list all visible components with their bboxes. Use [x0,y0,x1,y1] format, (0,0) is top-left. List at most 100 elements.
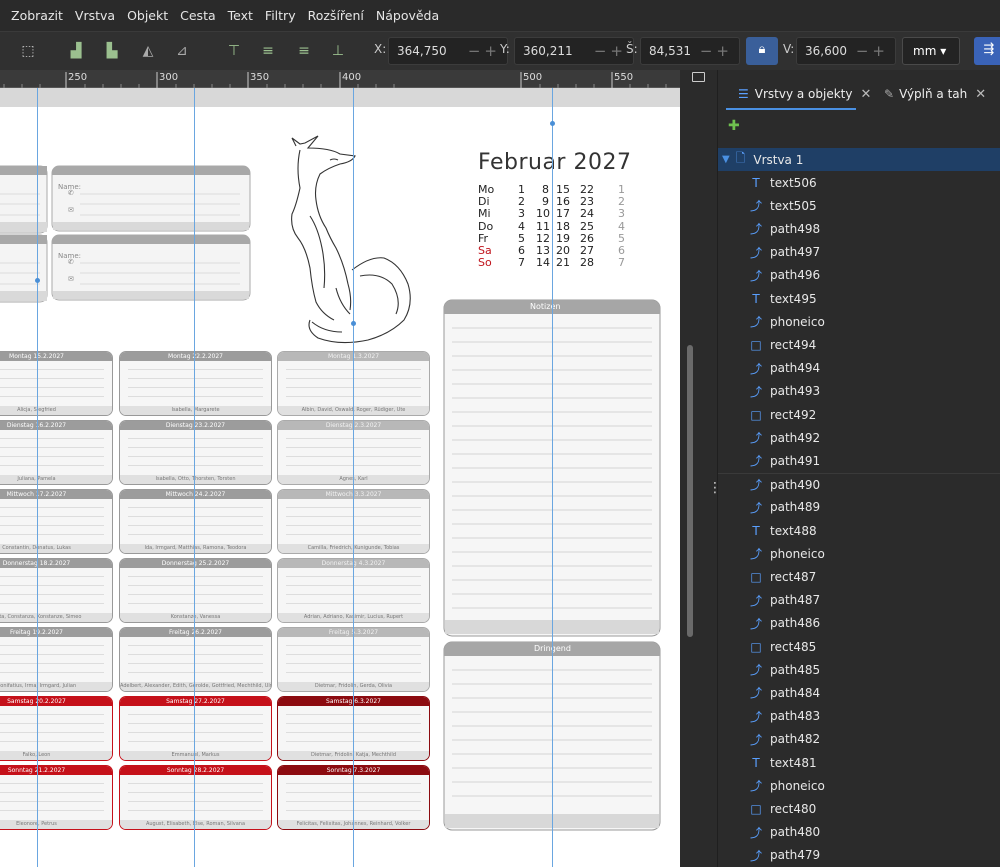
object-row[interactable]: Ttext481 [718,751,1000,774]
object-label: phoneico [770,314,825,329]
object-row[interactable]: □ rect494 [718,333,1000,356]
object-row[interactable]: ⤴ path483 [718,705,1000,728]
menu-filtry[interactable]: Filtry [260,8,301,23]
object-row[interactable]: □ rect487 [718,565,1000,588]
writing-line [128,378,263,379]
select-same-icon[interactable]: ⬚ [18,41,38,61]
guide-line[interactable] [353,88,354,867]
flip-horizontal-icon[interactable]: ◭ [138,41,158,61]
lock-ratio-button[interactable]: 🔒︎ [746,37,778,65]
object-row[interactable]: ⤴ path492 [718,426,1000,449]
object-row[interactable]: ⤴ path496 [718,264,1000,287]
y-stepper[interactable]: −+ [594,38,627,64]
height-stepper[interactable]: −+ [856,38,889,64]
transform-options-button[interactable]: ⇶ [974,37,1000,65]
y-input[interactable]: 360,211 −+ [514,37,634,65]
path-icon: ⤴ [749,268,762,283]
width-stepper[interactable]: −+ [700,38,733,64]
width-input[interactable]: 84,531 −+ [640,37,740,65]
close-icon[interactable]: ✕ [860,87,871,102]
guide-line[interactable] [194,88,195,867]
tab-layers-objects[interactable]: ☰ Vrstvy a objekty ✕ [738,78,871,110]
display-mode-button[interactable] [680,70,717,88]
object-row[interactable]: ⤴ path489 [718,496,1000,519]
height-value: 36,600 [805,44,847,58]
guide-line[interactable] [37,88,38,867]
menu-rozsireni[interactable]: Rozšíření [303,8,369,23]
path-icon: ⤴ [749,384,762,399]
object-row[interactable]: ⤴ path485 [718,658,1000,681]
object-row[interactable]: ⤴ path480 [718,821,1000,844]
object-row[interactable]: ⤴ phoneico [718,310,1000,333]
object-row[interactable]: ⤴ path482 [718,728,1000,751]
writing-line [128,525,263,526]
menu-napoveda[interactable]: Nápověda [371,8,444,23]
raise-icon[interactable]: ≡ [258,41,278,61]
day-card-header: Samstag 20.2.2027 [0,697,112,706]
object-row[interactable]: Ttext495 [718,287,1000,310]
object-row[interactable]: ⤴ path487 [718,589,1000,612]
raise-to-top-icon[interactable]: ⊤ [224,41,244,61]
object-row[interactable]: ⤴ phoneico [718,542,1000,565]
drawing-canvas[interactable]: ✆ ✉ ✆ ✉ Name: Name: Februar 2027 Mo 1 8 15 22 1… [0,88,680,867]
day-card-header: Dienstag 23.2.2027 [120,421,271,430]
object-row[interactable]: ⤴ path486 [718,612,1000,635]
layers-objects-panel: ☰ Vrstvy a objekty ✕ ✎ Výplň a tah ✕ ✚ ▼ 🗋… [717,70,1000,867]
object-row[interactable]: ⤴ text505 [718,194,1000,217]
lock-icon: 🔒︎ [758,42,766,57]
guide-line[interactable] [552,88,553,867]
menu-objekt[interactable]: Objekt [122,8,173,23]
guide-handle[interactable] [351,321,356,326]
menu-cesta[interactable]: Cesta [175,8,221,23]
day-card: Samstag 27.2.2027 Emmanuel, Markus [119,696,272,761]
object-label: path494 [770,361,821,376]
object-row[interactable]: ⤴ path490 [718,472,1000,496]
horizontal-ruler[interactable]: 250 300 350 400 500 550 [0,70,680,88]
height-input[interactable]: 36,600 −+ [796,37,896,65]
align-left-icon[interactable]: ▟ [66,41,86,61]
menu-vrstva[interactable]: Vrstva [70,8,120,23]
object-label: text495 [770,291,817,306]
unit-select[interactable]: mm ▾ [902,37,960,65]
guide-handle[interactable] [35,278,40,283]
object-row[interactable]: Ttext506 [718,171,1000,194]
tab-label: Výplň a tah [899,87,968,101]
guide-handle[interactable] [550,121,555,126]
object-row[interactable]: ⤴ path484 [718,681,1000,704]
writing-line [0,810,104,811]
writing-line [0,369,104,370]
menu-text[interactable]: Text [223,8,258,23]
lower-icon[interactable]: ≡ [294,41,314,61]
object-label: rect480 [770,801,817,816]
object-row[interactable]: ⤴ path498 [718,217,1000,240]
lower-to-bottom-icon[interactable]: ⊥ [328,41,348,61]
writing-line [128,507,263,508]
object-row[interactable]: □ rect492 [718,403,1000,426]
object-row[interactable]: ⤴ phoneico [718,774,1000,797]
menu-zobrazit[interactable]: Zobrazit [6,8,68,23]
writing-line [128,534,263,535]
writing-line [0,387,104,388]
align-right-icon[interactable]: ▙ [102,41,122,61]
tab-fill-stroke[interactable]: ✎ Výplň a tah ✕ [884,78,986,110]
object-row[interactable]: ⤴ path479 [718,844,1000,867]
object-row[interactable]: ⤴ path493 [718,380,1000,403]
vertical-scrollbar[interactable] [687,345,693,637]
object-row[interactable]: ⤴ path491 [718,449,1000,472]
object-row[interactable]: ⤴ path494 [718,357,1000,380]
layer-row[interactable]: ▼ 🗋︎ Vrstva 1 [718,148,1000,171]
object-row[interactable]: Ttext488 [718,519,1000,542]
object-label: rect494 [770,337,817,352]
object-row[interactable]: □ rect485 [718,635,1000,658]
writing-line [128,792,263,793]
object-row[interactable]: □ rect480 [718,797,1000,820]
object-label: path496 [770,268,821,283]
add-layer-button[interactable]: ✚ [728,118,740,134]
expand-icon[interactable]: ▼ [722,154,730,165]
close-icon[interactable]: ✕ [975,87,986,102]
object-label: path482 [770,732,821,747]
x-input[interactable]: 364,750 −+ [388,37,508,65]
object-row[interactable]: ⤴ path497 [718,241,1000,264]
flip-vertical-icon[interactable]: ⊿ [172,41,192,61]
x-stepper[interactable]: −+ [468,38,501,64]
